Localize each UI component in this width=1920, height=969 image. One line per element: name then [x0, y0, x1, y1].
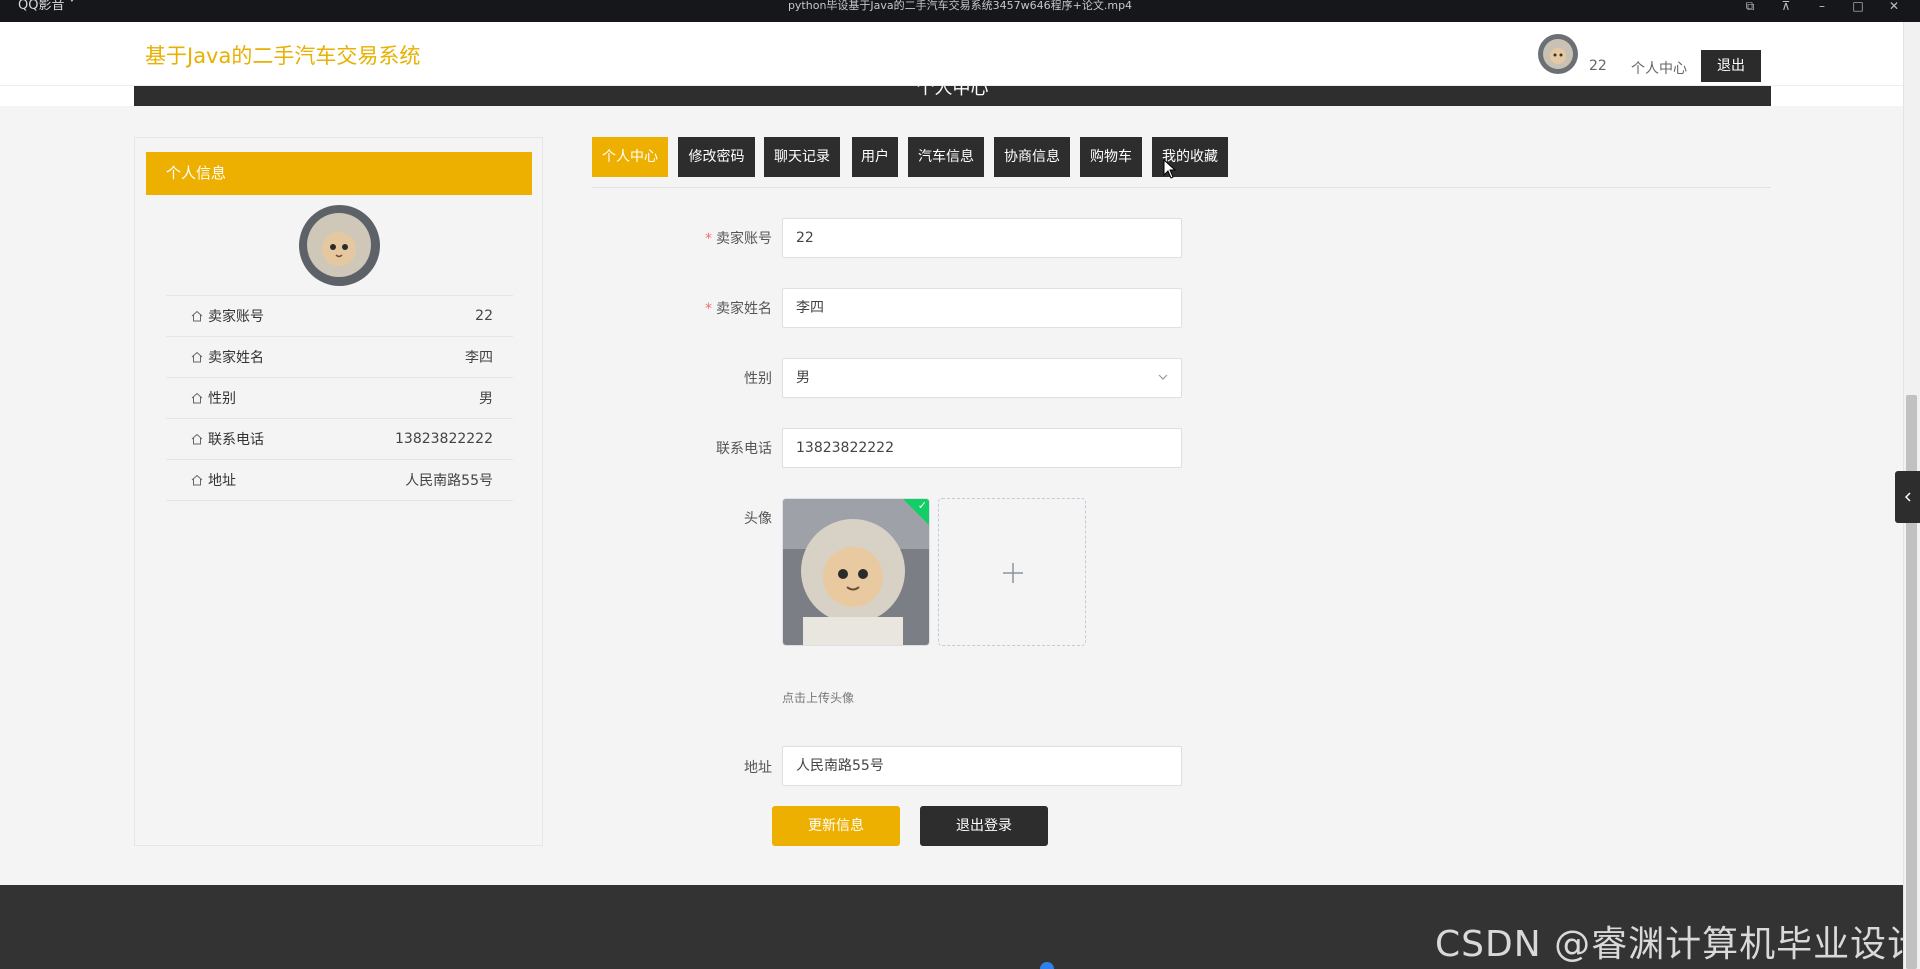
tabs-divider [592, 187, 1771, 188]
account-label: * 卖家账号 [705, 231, 772, 247]
phone-field[interactable]: 13823822222 [782, 428, 1182, 468]
tab-users[interactable]: 用户 [852, 137, 898, 177]
home-icon [191, 433, 203, 445]
avatar-label: 头像 [744, 511, 772, 527]
info-value: 男 [479, 391, 493, 407]
home-icon [191, 310, 203, 322]
close-icon[interactable]: ✕ [1884, 0, 1904, 12]
info-row-phone: 联系电话 13823822222 [166, 419, 513, 460]
info-label: 卖家姓名 [208, 350, 264, 366]
info-row-name: 卖家姓名 李四 [166, 337, 513, 378]
home-icon [191, 392, 203, 404]
info-row-address: 地址 人民南路55号 [166, 460, 513, 501]
profile-avatar [299, 205, 380, 286]
info-row-account: 卖家账号 22 [166, 296, 513, 337]
address-label: 地址 [744, 760, 772, 776]
info-label: 地址 [208, 473, 236, 489]
profile-panel: 个人信息 卖家账号 22 卖家姓名 李四 性别 男 联系电话 138238222… [134, 137, 543, 846]
video-title: python毕设基于Java的二手汽车交易系统3457w646程序+论文.mp4 [787, 0, 1133, 12]
tab-car-info[interactable]: 汽车信息 [908, 137, 984, 177]
chevron-left-icon [1904, 492, 1911, 502]
site-header: 基于Java的二手汽车交易系统 22 个人中心 退出 [0, 22, 1920, 86]
phone-label: 联系电话 [716, 441, 772, 457]
header-avatar[interactable] [1538, 34, 1578, 74]
page-title: 个人中心 [916, 86, 989, 99]
profile-info-list: 卖家账号 22 卖家姓名 李四 性别 男 联系电话 13823822222 地址… [166, 295, 513, 501]
update-info-button[interactable]: 更新信息 [772, 806, 900, 846]
side-collapse-tab[interactable] [1895, 471, 1920, 523]
uploaded-avatar-thumbnail[interactable]: ✓ [782, 498, 930, 646]
mouse-cursor-icon [1163, 159, 1177, 179]
name-field[interactable]: 李四 [782, 288, 1182, 328]
header-logout-button[interactable]: 退出 [1701, 50, 1761, 82]
minimize-icon[interactable]: – [1812, 0, 1832, 12]
tab-change-password[interactable]: 修改密码 [678, 137, 755, 177]
profile-panel-title: 个人信息 [146, 152, 532, 195]
gender-selected-value: 男 [796, 370, 810, 386]
info-value: 13823822222 [395, 431, 493, 447]
footer-indicator [1040, 962, 1054, 969]
screen-icon[interactable]: ⧉ [1740, 0, 1760, 12]
gender-label: 性别 [744, 371, 772, 387]
avatar-upload-button[interactable] [938, 498, 1086, 646]
info-value: 人民南路55号 [405, 473, 493, 489]
chevron-down-icon [1158, 374, 1168, 380]
personal-center-link[interactable]: 个人中心 [1631, 58, 1687, 78]
maximize-icon[interactable]: □ [1848, 0, 1868, 12]
home-icon [191, 474, 203, 486]
address-field[interactable]: 人民南路55号 [782, 746, 1182, 786]
account-field[interactable]: 22 [782, 218, 1182, 258]
gender-select[interactable]: 男 [782, 358, 1182, 398]
tab-cart[interactable]: 购物车 [1080, 137, 1142, 177]
csdn-watermark: CSDN @睿渊计算机毕业设计 [1435, 924, 1920, 965]
player-title-bar: QQ影音 ˅ python毕设基于Java的二手汽车交易系统3457w646程序… [0, 0, 1920, 22]
logout-button[interactable]: 退出登录 [920, 806, 1048, 846]
check-icon: ✓ [917, 499, 927, 512]
tab-personal-center[interactable]: 个人中心 [592, 137, 668, 177]
site-logo[interactable]: 基于Java的二手汽车交易系统 [145, 40, 420, 70]
info-value: 22 [475, 308, 493, 324]
info-label: 性别 [208, 391, 236, 407]
tab-chat-history[interactable]: 聊天记录 [764, 137, 840, 177]
info-value: 李四 [465, 350, 493, 366]
upload-hint: 点击上传头像 [782, 691, 855, 705]
info-label: 联系电话 [208, 432, 264, 448]
header-username: 22 [1589, 58, 1607, 74]
plus-icon [1003, 563, 1023, 583]
pin-icon[interactable]: ⊼ [1776, 0, 1796, 12]
home-icon [191, 351, 203, 363]
info-label: 卖家账号 [208, 309, 264, 325]
page-title-band: 个人中心 [134, 86, 1771, 106]
name-label: * 卖家姓名 [705, 301, 772, 317]
tab-negotiation[interactable]: 协商信息 [994, 137, 1070, 177]
info-row-gender: 性别 男 [166, 378, 513, 419]
